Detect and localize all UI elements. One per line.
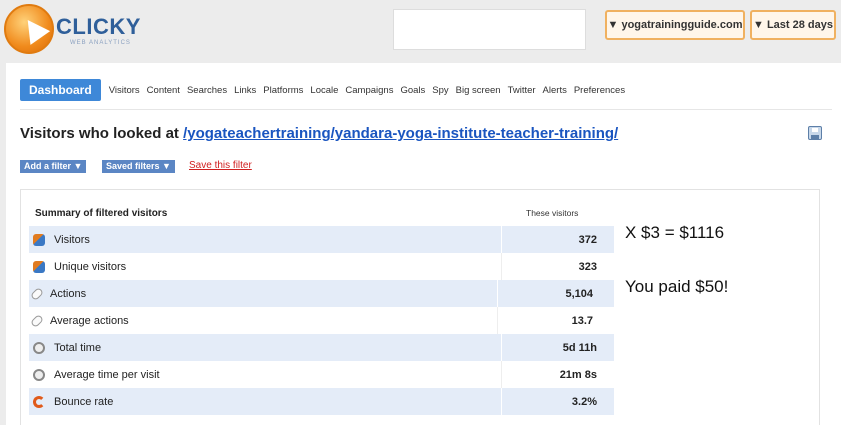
nav-item-alerts[interactable]: Alerts [543, 85, 567, 96]
blank-search-box[interactable] [393, 9, 586, 50]
row-value: 21m 8s [559, 368, 597, 381]
table-row: Total time 5d 11h [29, 334, 614, 361]
table-row: Average actions 13.7 [29, 307, 614, 334]
table-row: Unique visitors 323 [29, 253, 614, 280]
row-value: 5d 11h [562, 341, 597, 354]
clicky-logo[interactable]: CLICKY WEB ANALYTICS [4, 4, 164, 56]
people-icon [33, 233, 45, 246]
date-range-button[interactable]: ▼ Last 28 days [750, 10, 836, 40]
save-icon[interactable] [808, 126, 822, 140]
nav-item-platforms[interactable]: Platforms [263, 85, 303, 96]
mouse-icon [29, 313, 45, 328]
tab-dashboard[interactable]: Dashboard [20, 79, 101, 101]
main-nav: Dashboard Visitors Content Searches Link… [20, 79, 632, 101]
page-title-link[interactable]: /yogateachertraining/yandara-yoga-instit… [183, 125, 618, 142]
table-row: Actions 5,104 [29, 280, 614, 307]
row-value: 13.7 [571, 314, 593, 327]
nav-item-links[interactable]: Links [234, 85, 256, 96]
mouse-icon [29, 286, 45, 301]
annotation-paid: You paid $50! [625, 277, 729, 296]
page-title-prefix: Visitors who looked at [20, 125, 184, 142]
row-value: 323 [578, 260, 597, 273]
summary-header: Summary of filtered visitors [35, 208, 168, 219]
nav-item-big-screen[interactable]: Big screen [456, 85, 501, 96]
main-panel: Dashboard Visitors Content Searches Link… [6, 63, 841, 425]
row-label[interactable]: Unique visitors [54, 261, 501, 273]
nav-item-goals[interactable]: Goals [400, 85, 425, 96]
clock-icon [33, 341, 45, 354]
nav-item-campaigns[interactable]: Campaigns [345, 85, 393, 96]
nav-item-locale[interactable]: Locale [310, 85, 338, 96]
row-label[interactable]: Bounce rate [54, 396, 501, 408]
bounce-icon [33, 395, 45, 408]
nav-item-visitors[interactable]: Visitors [109, 85, 140, 96]
page-title: Visitors who looked at /yogateachertrain… [20, 125, 618, 142]
nav-divider [20, 109, 832, 110]
table-row: Bounce rate 3.2% [29, 388, 614, 415]
save-filter-link[interactable]: Save this filter [189, 160, 252, 171]
row-label[interactable]: Actions [50, 288, 497, 300]
site-selector-button[interactable]: ▼ yogatrainingguide.com [605, 10, 745, 40]
add-filter-button[interactable]: Add a filter ▼ [20, 160, 87, 173]
row-label[interactable]: Average time per visit [54, 369, 501, 381]
top-bar: CLICKY WEB ANALYTICS ▼ yogatrainingguide… [0, 0, 841, 62]
annotation-multiply: X $3 = $1116 [625, 223, 725, 242]
row-value: 3.2% [571, 395, 597, 408]
nav-item-searches[interactable]: Searches [187, 85, 227, 96]
table-row: Visitors 372 [29, 226, 614, 253]
cursor-logo-icon [4, 4, 54, 54]
row-label[interactable]: Total time [54, 342, 501, 354]
logo-tagline: WEB ANALYTICS [70, 40, 131, 46]
people-icon [33, 260, 45, 273]
nav-item-spy[interactable]: Spy [432, 85, 448, 96]
nav-item-content[interactable]: Content [147, 85, 180, 96]
clock-icon [33, 368, 45, 381]
row-label[interactable]: Visitors [54, 234, 501, 246]
table-row: Average time per visit 21m 8s [29, 361, 614, 388]
logo-text: CLICKY [56, 14, 141, 39]
nav-item-preferences[interactable]: Preferences [574, 85, 625, 96]
saved-filters-button[interactable]: Saved filters ▼ [102, 160, 175, 173]
nav-item-twitter[interactable]: Twitter [508, 85, 536, 96]
summary-column-header: These visitors [526, 208, 579, 218]
row-value: 5,104 [565, 287, 593, 300]
row-label[interactable]: Average actions [50, 315, 497, 327]
row-value: 372 [578, 233, 597, 246]
